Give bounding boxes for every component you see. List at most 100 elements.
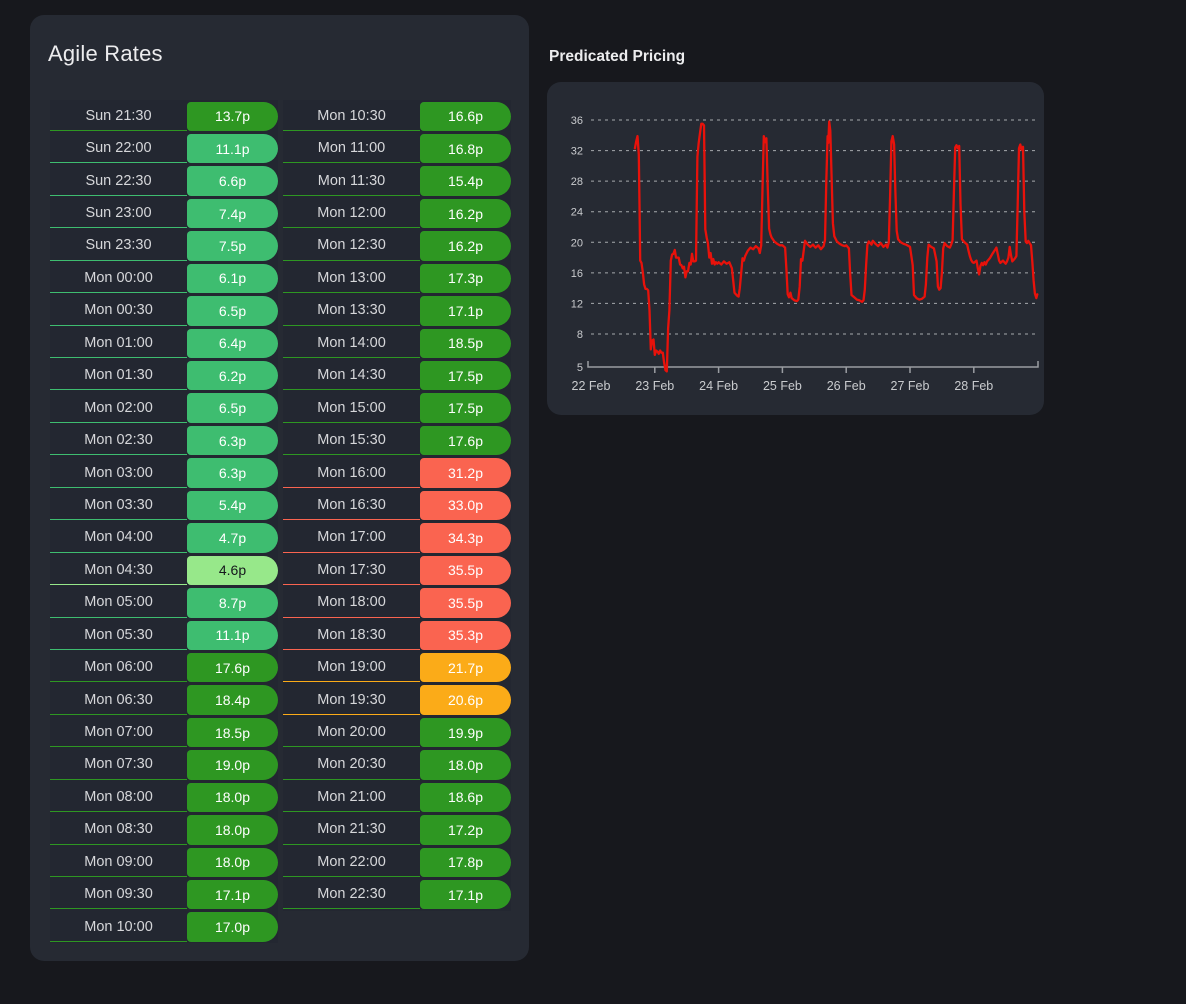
rate-price-badge: 6.3p [187,426,278,455]
rate-time-label: Mon 10:00 [50,912,187,941]
rate-row: Mon 07:3019.0p [50,749,278,781]
rate-price-badge: 17.8p [420,848,511,877]
rate-price-badge: 16.2p [420,199,511,228]
y-tick-label: 28 [571,176,583,188]
rate-price-badge: 33.0p [420,491,511,520]
y-tick-label: 32 [571,146,583,158]
x-tick-label: 25 Feb [763,379,802,393]
rate-price-badge: 13.7p [187,102,278,131]
rate-time-label: Mon 19:30 [283,685,420,714]
rate-row: Mon 05:3011.1p [50,619,278,651]
rate-time-label: Sun 23:00 [50,199,187,228]
rate-price-badge: 4.7p [187,523,278,552]
rate-time-label: Mon 03:00 [50,458,187,487]
rate-time-label: Mon 07:00 [50,718,187,747]
rate-time-label: Mon 16:30 [283,491,420,520]
rate-row: Mon 02:306.3p [50,424,278,456]
rate-price-badge: 20.6p [420,685,511,714]
rate-time-label: Mon 04:00 [50,523,187,552]
rate-price-badge: 18.0p [420,750,511,779]
rate-price-badge: 31.2p [420,458,511,487]
rate-row: Sun 23:307.5p [50,230,278,262]
rate-row: Mon 15:0017.5p [283,392,511,424]
rate-time-label: Mon 13:00 [283,264,420,293]
x-tick-label: 26 Feb [827,379,866,393]
rate-time-label: Mon 18:00 [283,588,420,617]
rate-time-label: Mon 11:30 [283,166,420,195]
rate-time-label: Mon 01:00 [50,329,187,358]
rate-time-label: Mon 12:00 [283,199,420,228]
rate-time-label: Mon 13:30 [283,296,420,325]
rate-time-label: Mon 07:30 [50,750,187,779]
rate-time-label: Mon 15:00 [283,393,420,422]
rate-price-badge: 6.2p [187,361,278,390]
x-tick-label: 27 Feb [891,379,930,393]
rate-price-badge: 17.2p [420,815,511,844]
rate-time-label: Mon 06:30 [50,685,187,714]
rate-row: Mon 11:0016.8p [283,132,511,164]
rate-row: Mon 16:0031.2p [283,457,511,489]
pricing-chart: 363228242016128522 Feb23 Feb24 Feb25 Feb… [547,82,1044,415]
rate-time-label: Mon 01:30 [50,361,187,390]
rate-time-label: Mon 19:00 [283,653,420,682]
rate-price-badge: 16.6p [420,102,511,131]
rate-price-badge: 17.1p [420,296,511,325]
rate-time-label: Mon 09:00 [50,848,187,877]
rate-time-label: Mon 03:30 [50,491,187,520]
rate-row: Mon 06:3018.4p [50,684,278,716]
rate-row: Mon 18:3035.3p [283,619,511,651]
rate-row: Mon 12:3016.2p [283,230,511,262]
rate-price-badge: 17.5p [420,393,511,422]
rate-row: Mon 04:304.6p [50,554,278,586]
rate-time-label: Mon 15:30 [283,426,420,455]
rate-price-badge: 11.1p [187,134,278,163]
rate-row: Mon 13:3017.1p [283,295,511,327]
rate-price-badge: 19.0p [187,750,278,779]
rate-row: Mon 09:0018.0p [50,846,278,878]
rate-time-label: Mon 14:00 [283,329,420,358]
rate-time-label: Mon 05:00 [50,588,187,617]
rate-price-badge: 6.4p [187,329,278,358]
rate-time-label: Sun 22:00 [50,134,187,163]
rate-price-badge: 19.9p [420,718,511,747]
rate-row: Mon 11:3015.4p [283,165,511,197]
rate-time-label: Mon 12:30 [283,231,420,260]
rate-row: Mon 03:006.3p [50,457,278,489]
rate-time-label: Mon 17:30 [283,556,420,585]
rate-row: Mon 01:006.4p [50,327,278,359]
rate-column-right: Mon 10:3016.6pMon 11:0016.8pMon 11:3015.… [283,100,511,943]
rate-price-badge: 17.0p [187,912,278,941]
rate-price-badge: 5.4p [187,491,278,520]
rate-price-badge: 8.7p [187,588,278,617]
rate-price-badge: 17.3p [420,264,511,293]
rate-time-label: Mon 21:30 [283,815,420,844]
rate-price-badge: 7.4p [187,199,278,228]
rate-row: Mon 03:305.4p [50,489,278,521]
rate-row: Sun 23:007.4p [50,197,278,229]
rate-row: Mon 04:004.7p [50,522,278,554]
rate-price-badge: 6.3p [187,458,278,487]
y-tick-label: 12 [571,298,583,310]
rate-time-label: Mon 20:00 [283,718,420,747]
rate-row: Mon 05:008.7p [50,587,278,619]
rate-row: Mon 02:006.5p [50,392,278,424]
rate-price-badge: 18.5p [187,718,278,747]
rate-time-label: Mon 16:00 [283,458,420,487]
predicted-pricing-title: Predicated Pricing [549,48,685,66]
rate-price-badge: 16.8p [420,134,511,163]
rate-time-label: Mon 21:00 [283,783,420,812]
rate-price-badge: 17.6p [420,426,511,455]
y-tick-label: 20 [571,237,583,249]
rate-row: Mon 16:3033.0p [283,489,511,521]
rate-row: Mon 17:3035.5p [283,554,511,586]
x-axis [588,361,1038,367]
rate-row: Mon 10:0017.0p [50,911,278,943]
rate-time-label: Mon 22:30 [283,880,420,909]
rate-time-label: Mon 18:30 [283,621,420,650]
rate-price-badge: 17.1p [187,880,278,909]
rate-price-badge: 21.7p [420,653,511,682]
rate-price-badge: 6.5p [187,296,278,325]
y-tick-label: 8 [577,329,583,341]
rate-row: Mon 14:3017.5p [283,360,511,392]
rate-time-label: Mon 02:00 [50,393,187,422]
